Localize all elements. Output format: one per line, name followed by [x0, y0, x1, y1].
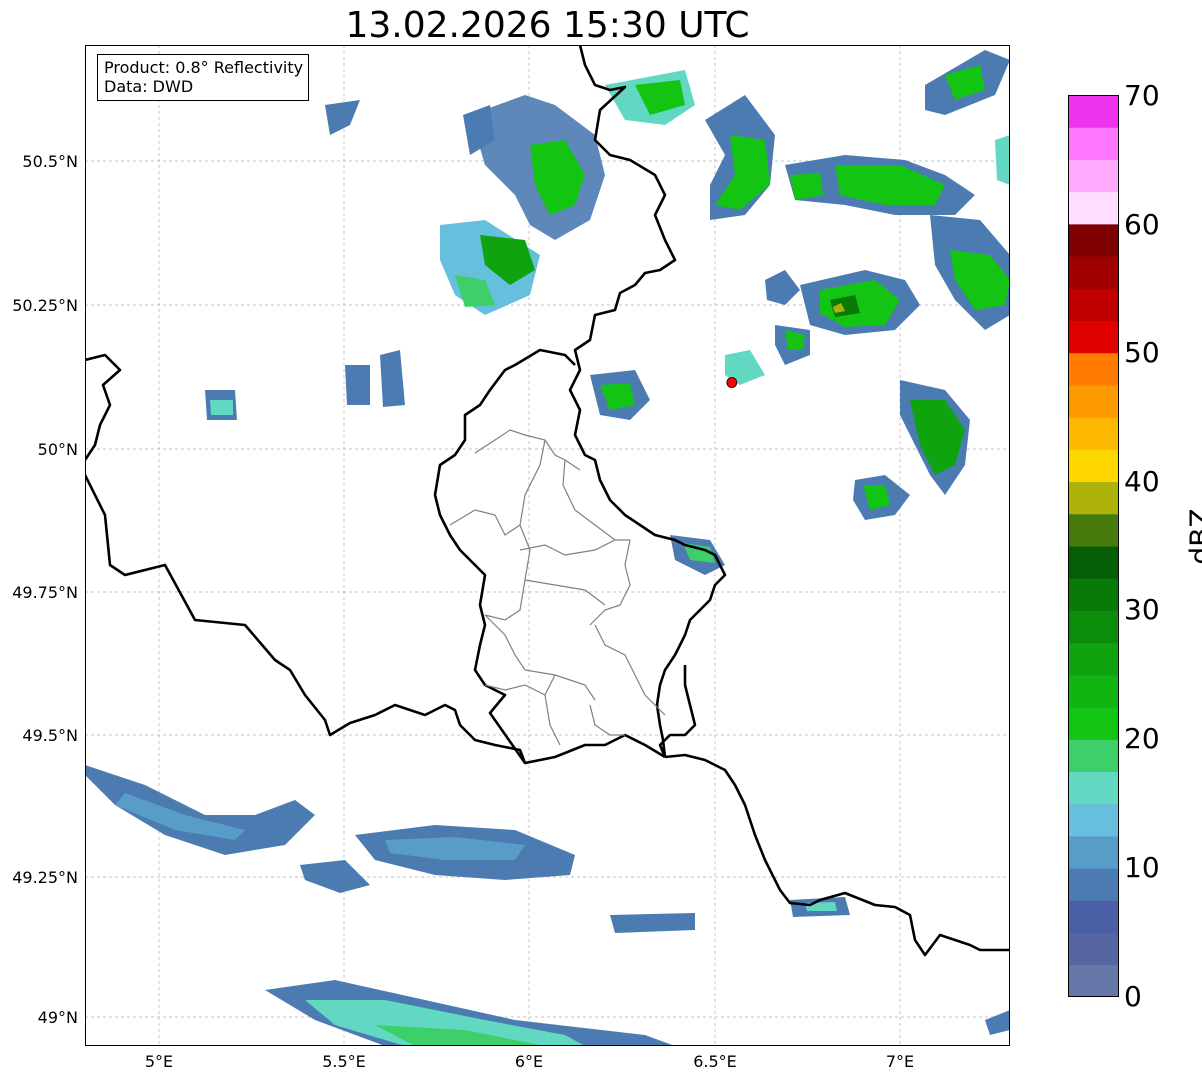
colorbar-bin	[1068, 191, 1119, 225]
colorbar-tick-label: 20	[1124, 722, 1160, 755]
x-tick-label: 6.5°E	[693, 1052, 737, 1071]
colorbar-bin	[1068, 95, 1119, 128]
colorbar-bin	[1068, 900, 1119, 934]
colorbar-bin	[1068, 223, 1119, 257]
radar-map: Product: 0.8° Reflectivity Data: DWD	[85, 45, 1010, 1046]
colorbar-bin	[1068, 932, 1119, 966]
echo-band	[300, 860, 370, 893]
reflectivity-echoes	[85, 50, 1010, 1046]
colorbar-bin	[1068, 707, 1119, 740]
product-info-box: Product: 0.8° Reflectivity Data: DWD	[97, 54, 310, 101]
colorbar-bin	[1068, 868, 1119, 901]
x-tick-label: 5.5°E	[322, 1052, 366, 1071]
colorbar-bin	[1068, 674, 1119, 708]
colorbar-bin	[1068, 481, 1119, 515]
colorbar-tick-label: 30	[1124, 593, 1160, 626]
colorbar-bin	[1068, 352, 1119, 386]
colorbar-bin	[1068, 771, 1119, 805]
colorbar-bin	[1068, 578, 1119, 611]
colorbar-bin	[1068, 835, 1119, 869]
echo-cell	[210, 400, 233, 415]
colorbar-tick-label: 50	[1124, 336, 1160, 369]
colorbar-bin	[1068, 256, 1119, 289]
echo-cell	[345, 365, 370, 405]
x-tick-label: 5°E	[144, 1052, 174, 1071]
colorbar-bin	[1068, 546, 1119, 579]
echo-cell	[765, 270, 800, 305]
colorbar-bin	[1068, 159, 1119, 193]
y-tick-label: 49.75°N	[12, 583, 78, 602]
x-tick-label: 7°E	[885, 1052, 915, 1071]
echo-cell	[380, 350, 405, 407]
echo-cell	[995, 135, 1010, 185]
map-title: 13.02.2026 15:30 UTC	[345, 5, 750, 46]
echo-cell	[325, 100, 360, 135]
y-tick-label: 50.25°N	[12, 296, 78, 315]
product-label: Product: 0.8° Reflectivity	[104, 58, 304, 77]
colorbar-bin	[1068, 449, 1119, 483]
radar-site-marker	[726, 377, 738, 388]
colorbar-bin	[1068, 610, 1119, 644]
colorbar-tick-label: 60	[1124, 208, 1160, 241]
colorbar-bin	[1068, 739, 1119, 772]
echo-band	[985, 1010, 1010, 1035]
colorbar	[1068, 95, 1119, 997]
y-tick-label: 50°N	[37, 440, 78, 459]
colorbar-bin	[1068, 320, 1119, 354]
echo-band	[85, 765, 315, 855]
colorbar-bin	[1068, 417, 1119, 450]
colorbar-bin	[1068, 384, 1119, 418]
radar-map-canvas	[85, 45, 1010, 1046]
x-tick-label: 6°E	[514, 1052, 544, 1071]
echo-band	[610, 913, 695, 933]
colorbar-label: dBZ	[1183, 508, 1202, 565]
echo-band	[805, 902, 837, 911]
colorbar-tick-label: 10	[1124, 851, 1160, 884]
y-tick-label: 49°N	[37, 1008, 78, 1027]
colorbar-bin	[1068, 964, 1119, 997]
colorbar-bin	[1068, 127, 1119, 160]
data-source-label: Data: DWD	[104, 77, 194, 96]
colorbar-tick-label: 0	[1124, 980, 1142, 1013]
colorbar-tick-label: 40	[1124, 465, 1160, 498]
y-tick-label: 49.25°N	[12, 868, 78, 887]
colorbar-bin	[1068, 288, 1119, 321]
y-tick-label: 50.5°N	[22, 152, 78, 171]
colorbar-tick-label: 70	[1124, 79, 1160, 112]
colorbar-bin	[1068, 803, 1119, 837]
colorbar-bin	[1068, 642, 1119, 676]
colorbar-bin	[1068, 513, 1119, 547]
y-tick-label: 49.5°N	[22, 726, 78, 745]
